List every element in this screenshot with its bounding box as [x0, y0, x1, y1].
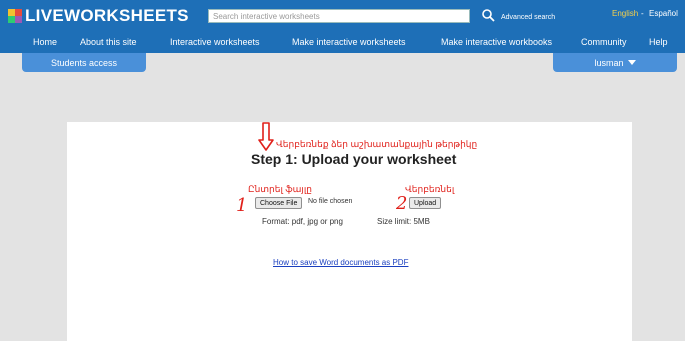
lang-espanol[interactable]: Español: [649, 9, 678, 18]
nav-community[interactable]: Community: [581, 37, 627, 47]
no-file-chosen: No file chosen: [308, 198, 353, 205]
top-header: LIVEWORKSHEETS Search interactive worksh…: [0, 0, 685, 33]
nav-help[interactable]: Help: [649, 37, 668, 47]
nav-about[interactable]: About this site: [80, 37, 137, 47]
search-input[interactable]: Search interactive worksheets: [208, 9, 470, 23]
user-name: lusman: [594, 57, 624, 68]
students-access-label: Students access: [50, 57, 118, 68]
advanced-search-link[interactable]: Advanced search: [501, 14, 555, 21]
nav-make-workbooks[interactable]: Make interactive workbooks: [441, 37, 552, 47]
lang-english[interactable]: English: [612, 9, 638, 18]
format-info: Format: pdf, jpg or png: [262, 217, 343, 226]
user-menu[interactable]: lusman: [553, 53, 677, 72]
lang-separator: -: [641, 9, 644, 18]
handwritten-number-1: 1: [236, 195, 248, 216]
pdf-help-link[interactable]: How to save Word documents as PDF: [273, 258, 408, 267]
nav-interactive-worksheets[interactable]: Interactive worksheets: [170, 37, 260, 47]
annotation-upload: Վերբեռնել: [405, 184, 455, 194]
nav-home[interactable]: Home: [33, 37, 57, 47]
annotation-choose: Ընտրել ֆայլը: [248, 184, 313, 194]
upload-button[interactable]: Upload: [409, 197, 442, 209]
choose-file-button[interactable]: Choose File: [255, 197, 303, 209]
site-logo[interactable]: LIVEWORKSHEETS: [8, 6, 189, 26]
logo-grid-icon: [8, 9, 22, 23]
students-access-tab[interactable]: Students access: [22, 53, 146, 72]
chevron-down-icon: [627, 59, 636, 65]
size-limit: Size limit: 5MB: [377, 217, 430, 226]
handwritten-number-2: 2: [396, 193, 408, 214]
annotation-top: Վերբեռնեք ձեր աշխատանքային թերթիկը: [276, 139, 478, 149]
down-arrow-icon: [258, 122, 274, 151]
page-title: Step 1: Upload your worksheet: [251, 151, 457, 167]
main-nav: Home About this site Interactive workshe…: [0, 33, 685, 53]
logo-text: LIVEWORKSHEETS: [25, 6, 189, 25]
search-icon[interactable]: [481, 8, 495, 22]
nav-make-worksheets[interactable]: Make interactive worksheets: [292, 37, 406, 47]
